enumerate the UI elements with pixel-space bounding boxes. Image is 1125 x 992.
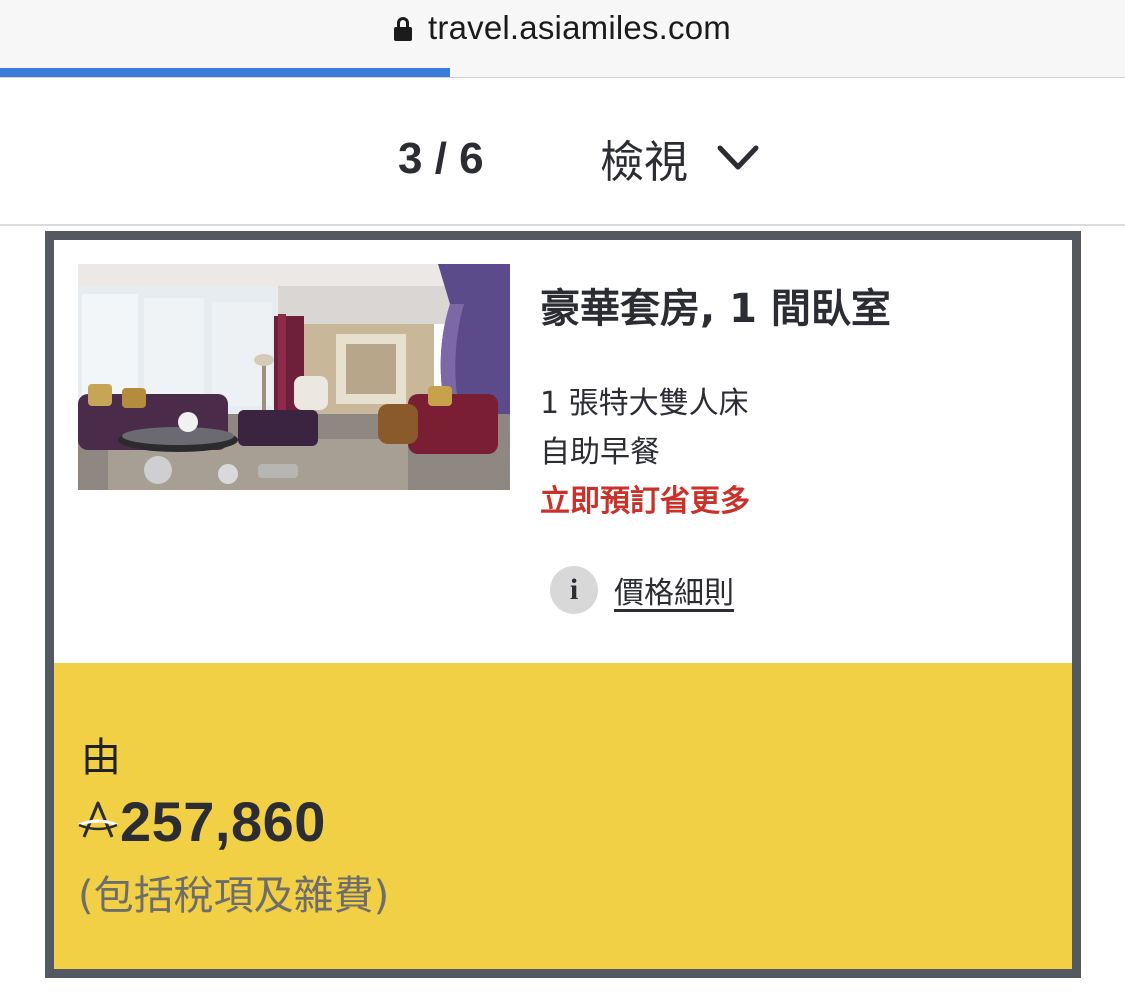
address-field[interactable]: travel.asiamiles.com [0,6,1125,50]
page-load-progress-fill [0,68,450,77]
results-pager: 3 / 6 檢視 [0,78,1125,226]
tax-note: (包括稅項及雜費) [78,873,390,919]
room-photo [78,264,510,490]
room-title: 豪華套房, 1 間臥室 [540,286,891,332]
view-label: 檢視 [600,137,688,188]
price-value: 257,860 [120,790,326,853]
view-dropdown-button[interactable]: 檢視 [600,128,760,188]
info-icon: i [550,566,598,614]
asia-miles-icon [78,801,118,838]
lock-icon [394,17,413,41]
page-count: 3 / 6 [398,134,484,183]
promo-text: 立即預訂省更多 [540,484,750,519]
price-details-link[interactable]: i 價格細則 [550,566,734,614]
room-feature-bed: 1 張特大雙人床 [540,386,749,421]
browser-url-bar[interactable]: travel.asiamiles.com [0,0,1125,78]
chevron-down-icon [717,145,759,170]
url-text[interactable]: travel.asiamiles.com [428,9,731,47]
page-load-progress [0,68,1125,77]
price-from-label: 由 [81,735,121,781]
price-amount-row: 257,860 [78,789,326,854]
price-panel: 由 257,860 (包括稅項及雜費) [54,663,1072,969]
price-details-label[interactable]: 價格細則 [614,568,734,612]
room-feature-breakfast: 自助早餐 [540,435,660,470]
room-card[interactable]: 豪華套房, 1 間臥室 1 張特大雙人床 自助早餐 立即預訂省更多 i 價格細則… [45,231,1081,978]
